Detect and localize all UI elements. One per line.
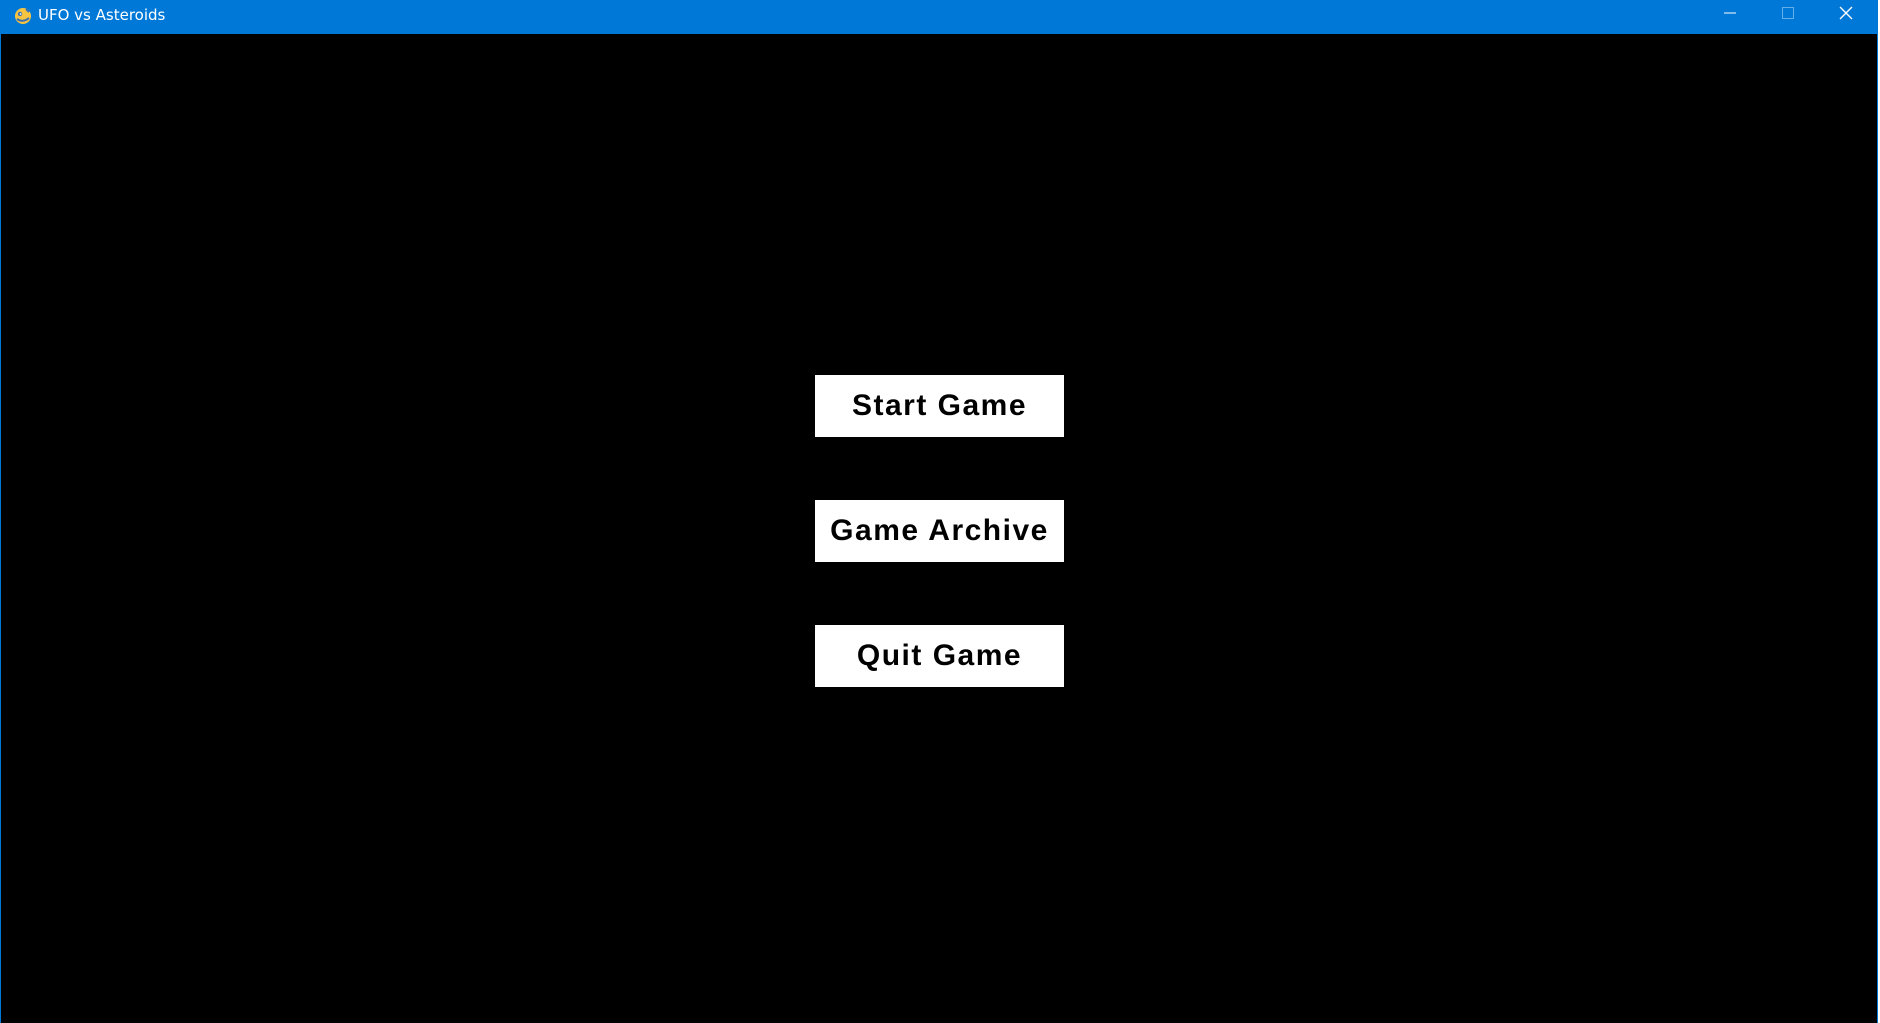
minimize-button[interactable] <box>1701 0 1759 30</box>
title-bar[interactable]: UFO vs Asteroids <box>1 0 1877 34</box>
close-button[interactable] <box>1817 0 1875 30</box>
game-window: UFO vs Asteroids Start Game Game Archive… <box>0 0 1878 1023</box>
pygame-snake-icon <box>13 6 33 26</box>
minimize-icon <box>1724 6 1736 24</box>
game-archive-button[interactable]: Game Archive <box>815 500 1064 562</box>
start-game-button[interactable]: Start Game <box>815 375 1064 437</box>
close-icon <box>1839 6 1853 25</box>
maximize-icon <box>1782 6 1794 24</box>
quit-game-button[interactable]: Quit Game <box>815 625 1064 687</box>
window-title: UFO vs Asteroids <box>38 6 166 24</box>
maximize-button[interactable] <box>1759 0 1817 30</box>
